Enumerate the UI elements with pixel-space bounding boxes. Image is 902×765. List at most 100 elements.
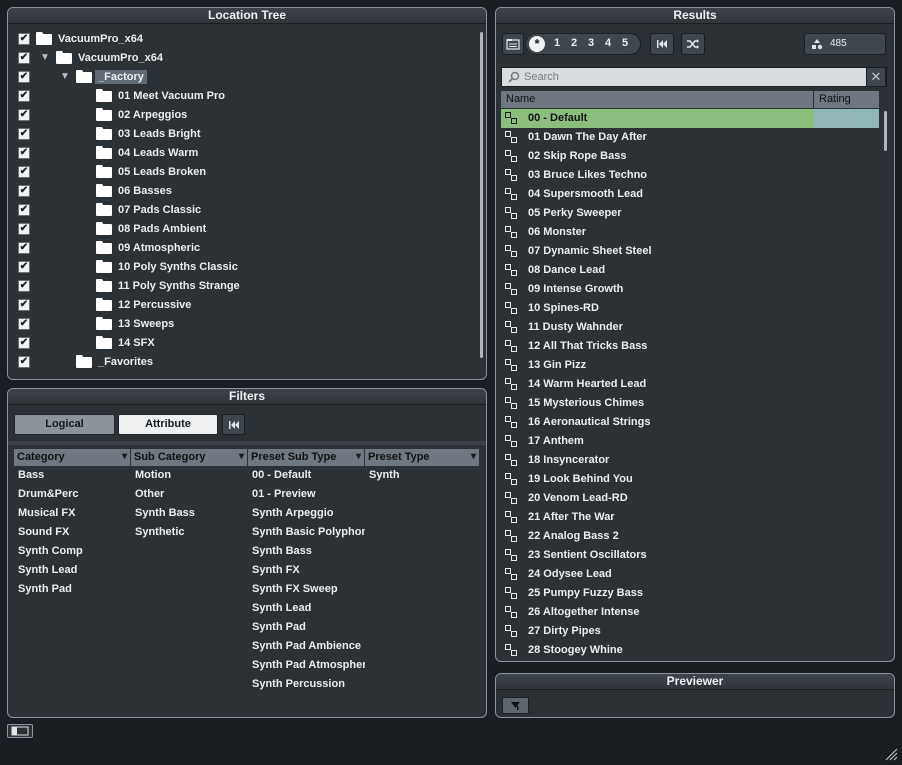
result-row[interactable]: 20 Venom Lead-RD [501, 489, 879, 508]
result-row[interactable]: 11 Dusty Wahnder [501, 318, 879, 337]
result-row[interactable]: 25 Pumpy Fuzzy Bass [501, 584, 879, 603]
tree-checkbox[interactable]: ✔ [18, 241, 30, 254]
filter-item[interactable]: Drum&Perc [14, 485, 131, 504]
search-input[interactable] [524, 69, 864, 85]
result-row[interactable]: 26 Altogether Intense [501, 603, 879, 622]
tree-checkbox[interactable]: ✔ [18, 165, 30, 178]
tree-row[interactable]: ✔ 11 Poly Synths Strange [8, 276, 476, 295]
layout-toggle-button[interactable] [7, 724, 33, 738]
result-row[interactable]: 14 Warm Hearted Lead [501, 375, 879, 394]
filter-item[interactable]: Synth Basic Polyphon [248, 523, 365, 542]
results-scrollbar[interactable] [884, 111, 887, 151]
filter-item[interactable]: Bass [14, 466, 131, 485]
result-row[interactable]: 12 All That Tricks Bass [501, 337, 879, 356]
tree-row[interactable]: ✔ 08 Pads Ambient [8, 219, 476, 238]
tree-checkbox[interactable]: ✔ [18, 89, 30, 102]
clear-search-button[interactable]: ✕ [866, 67, 886, 87]
tree-label[interactable]: 07 Pads Classic [115, 203, 204, 217]
tree-label[interactable]: 09 Atmospheric [115, 241, 203, 255]
filter-item[interactable]: Synth FX [248, 561, 365, 580]
tree-label[interactable]: 12 Percussive [115, 298, 194, 312]
tree-checkbox[interactable]: ✔ [18, 279, 30, 292]
tree-label[interactable]: 02 Arpeggios [115, 108, 190, 122]
filter-item[interactable]: 01 - Preview [248, 485, 365, 504]
rating-2-button[interactable]: 2 [571, 37, 577, 49]
filter-item[interactable]: Synth Arpeggio [248, 504, 365, 523]
filter-item[interactable]: Synth Lead [14, 561, 131, 580]
tree-label[interactable]: 14 SFX [115, 336, 158, 350]
result-row[interactable]: 16 Aeronautical Strings [501, 413, 879, 432]
result-row[interactable]: 24 Odysee Lead [501, 565, 879, 584]
filter-column-header[interactable]: Preset Type [365, 449, 480, 466]
tree-checkbox[interactable]: ✔ [18, 108, 30, 121]
result-row[interactable]: 27 Dirty Pipes [501, 622, 879, 641]
tree-checkbox[interactable]: ✔ [18, 260, 30, 273]
filter-reset-button[interactable] [222, 414, 245, 435]
attribute-button[interactable]: Attribute [118, 414, 218, 435]
tree-checkbox[interactable]: ✔ [18, 355, 30, 368]
tree-label[interactable]: VacuumPro_x64 [75, 51, 166, 65]
logical-button[interactable]: Logical [14, 414, 115, 435]
tree-row[interactable]: ✔ 01 Meet Vacuum Pro [8, 86, 476, 105]
expand-arrow-down-icon[interactable]: ▼ [60, 71, 70, 82]
tree-row[interactable]: ✔ 10 Poly Synths Classic [8, 257, 476, 276]
tree-checkbox[interactable]: ✔ [18, 32, 30, 45]
result-row[interactable]: 02 Skip Rope Bass [501, 147, 879, 166]
filter-item[interactable]: Synth Bass [131, 504, 248, 523]
result-row[interactable]: 21 After The War [501, 508, 879, 527]
result-row[interactable]: 01 Dawn The Day After [501, 128, 879, 147]
tree-label[interactable]: _Favorites [95, 355, 156, 369]
tree-row[interactable]: ✔ 07 Pads Classic [8, 200, 476, 219]
result-row[interactable]: 22 Analog Bass 2 [501, 527, 879, 546]
shuffle-button[interactable] [681, 33, 705, 55]
tree-label[interactable]: 04 Leads Warm [115, 146, 201, 160]
results-reset-button[interactable] [650, 33, 674, 55]
browse-button[interactable] [502, 33, 524, 55]
result-row[interactable]: 04 Supersmooth Lead [501, 185, 879, 204]
tree-label[interactable]: VacuumPro_x64 [55, 32, 146, 46]
filter-item[interactable]: Other [131, 485, 248, 504]
result-row[interactable]: 03 Bruce Likes Techno [501, 166, 879, 185]
result-rating[interactable] [814, 109, 879, 128]
rating-1-button[interactable]: 1 [554, 37, 560, 49]
tree-row[interactable]: ✔ 14 SFX [8, 333, 476, 352]
filter-column-header[interactable]: Category [14, 449, 131, 466]
tree-checkbox[interactable]: ✔ [18, 203, 30, 216]
filter-item[interactable]: Motion [131, 466, 248, 485]
rating-4-button[interactable]: 4 [605, 37, 611, 49]
result-row[interactable]: 07 Dynamic Sheet Steel [501, 242, 879, 261]
tree-row[interactable]: ✔ 09 Atmospheric [8, 238, 476, 257]
rating-column-header[interactable]: Rating [814, 91, 879, 108]
name-column-header[interactable]: Name [501, 91, 814, 108]
filter-item[interactable]: Synth Pad Ambience [248, 637, 365, 656]
expand-arrow-down-icon[interactable]: ▼ [40, 52, 50, 63]
resize-grip-icon[interactable] [884, 747, 898, 761]
result-row[interactable]: 13 Gin Pizz [501, 356, 879, 375]
tree-checkbox[interactable]: ✔ [18, 184, 30, 197]
tree-checkbox[interactable]: ✔ [18, 222, 30, 235]
tree-checkbox[interactable]: ✔ [18, 336, 30, 349]
filter-item[interactable]: Musical FX [14, 504, 131, 523]
result-row[interactable]: 28 Stoogey Whine [501, 641, 879, 657]
tree-checkbox[interactable]: ✔ [18, 317, 30, 330]
tree-checkbox[interactable]: ✔ [18, 298, 30, 311]
rating-all-button[interactable]: * [529, 36, 545, 52]
result-row[interactable]: 06 Monster [501, 223, 879, 242]
rating-5-button[interactable]: 5 [622, 37, 628, 49]
filter-item[interactable]: Synth Pad [248, 618, 365, 637]
tree-checkbox[interactable]: ✔ [18, 127, 30, 140]
tree-row[interactable]: ✔ 13 Sweeps [8, 314, 476, 333]
result-row[interactable]: 15 Mysterious Chimes [501, 394, 879, 413]
rating-filter[interactable]: * 1 2 3 4 5 [525, 33, 641, 55]
filter-item[interactable]: Synth Comp [14, 542, 131, 561]
tree-label[interactable]: 11 Poly Synths Strange [115, 279, 243, 293]
tree-label[interactable]: 03 Leads Bright [115, 127, 204, 141]
filter-item[interactable]: Synthetic [131, 523, 248, 542]
tree-row[interactable]: ✔ 05 Leads Broken [8, 162, 476, 181]
tree-checkbox[interactable]: ✔ [18, 146, 30, 159]
tree-label[interactable]: 13 Sweeps [115, 317, 177, 331]
filter-item[interactable]: Synth Pad Atmospher [248, 656, 365, 675]
filter-item[interactable]: Synth Pad [14, 580, 131, 599]
tree-row[interactable]: ✔ 04 Leads Warm [8, 143, 476, 162]
filter-column-header[interactable]: Preset Sub Type [248, 449, 365, 466]
